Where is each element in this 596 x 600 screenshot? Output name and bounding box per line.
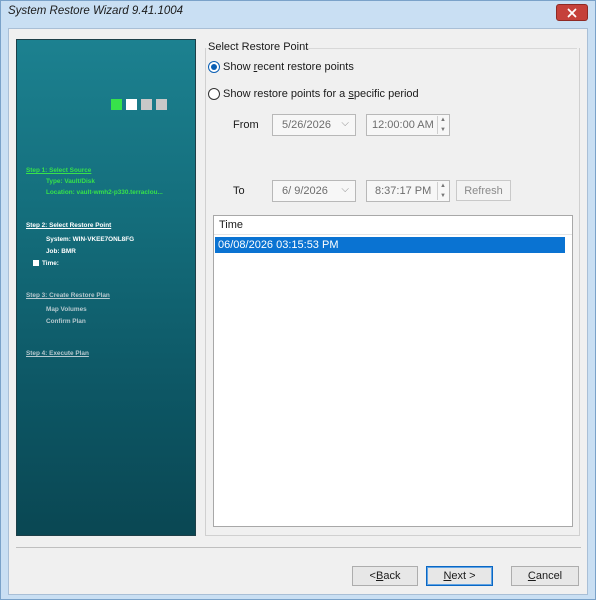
to-date-picker[interactable]: 6/ 9/2026 ⌵ — [272, 180, 356, 202]
footer-divider — [16, 547, 581, 548]
cancel-button[interactable]: Cancel — [511, 566, 579, 586]
from-time-picker[interactable]: 12:00:00 AM ▲ ▼ — [366, 114, 450, 136]
from-date-picker[interactable]: 5/26/2026 ⌵ — [272, 114, 356, 136]
step-2-time: Time: — [33, 260, 59, 267]
radio-specific-period[interactable]: Show restore points for a specific perio… — [208, 88, 419, 100]
from-time-spinner[interactable]: ▲ ▼ — [437, 116, 448, 134]
spin-down-icon[interactable]: ▼ — [440, 126, 446, 134]
current-step-marker-icon — [33, 260, 39, 266]
step-2-job: Job: BMR — [46, 248, 76, 255]
step-4-link[interactable]: Step 4: Execute Plan — [26, 350, 89, 357]
spin-up-icon[interactable]: ▲ — [440, 116, 446, 124]
chevron-down-icon: ⌵ — [341, 184, 349, 195]
radio-period-indicator[interactable] — [208, 88, 220, 100]
radio-recent-indicator[interactable] — [208, 61, 220, 73]
step-1-location: Location: vault-wmh2-p330.terraclou... — [46, 189, 163, 196]
progress-indicator — [111, 99, 167, 110]
step-3-confirm-plan: Confirm Plan — [46, 318, 86, 325]
to-label: To — [233, 185, 245, 197]
wizard-window: System Restore Wizard 9.41.1004 Step 1: … — [0, 0, 596, 600]
progress-square-2 — [126, 99, 137, 110]
wizard-client-area: Step 1: Select Source Type: Vault/Disk L… — [8, 28, 588, 595]
radio-period-label: Show restore points for a specific perio… — [223, 88, 419, 100]
radio-recent-label: Show recent restore points — [223, 61, 354, 73]
window-title: System Restore Wizard 9.41.1004 — [8, 5, 184, 17]
radio-recent-restore-points[interactable]: Show recent restore points — [208, 61, 354, 73]
progress-square-3 — [141, 99, 152, 110]
chevron-down-icon: ⌵ — [341, 118, 349, 129]
step-2-time-label: Time: — [42, 260, 59, 267]
step-1-type: Type: Vault/Disk — [46, 178, 95, 185]
to-date-value: 6/ 9/2026 — [282, 185, 328, 197]
restore-point-panel: Select Restore Point Show recent restore… — [205, 39, 580, 536]
from-label: From — [233, 119, 259, 131]
list-column-header-time[interactable]: Time — [214, 216, 572, 235]
to-time-spinner[interactable]: ▲ ▼ — [437, 182, 448, 200]
from-date-value: 5/26/2026 — [282, 119, 331, 131]
from-time-value: 12:00:00 AM — [372, 119, 434, 131]
group-divider — [305, 48, 577, 49]
wizard-steps-panel: Step 1: Select Source Type: Vault/Disk L… — [16, 39, 196, 536]
step-3-link[interactable]: Step 3: Create Restore Plan — [26, 292, 110, 299]
progress-square-4 — [156, 99, 167, 110]
next-button[interactable]: Next > — [426, 566, 493, 586]
to-time-value: 8:37:17 PM — [375, 185, 432, 197]
to-time-picker[interactable]: 8:37:17 PM ▲ ▼ — [366, 180, 450, 202]
step-3-map-volumes: Map Volumes — [46, 306, 87, 313]
back-button[interactable]: < Back — [352, 566, 418, 586]
progress-square-1 — [111, 99, 122, 110]
restore-points-list[interactable]: Time 06/08/2026 03:15:53 PM — [213, 215, 573, 527]
spin-up-icon[interactable]: ▲ — [440, 182, 446, 190]
refresh-button[interactable]: Refresh — [456, 180, 511, 201]
close-icon — [567, 8, 577, 17]
step-2-link[interactable]: Step 2: Select Restore Point — [26, 222, 111, 229]
step-1-link[interactable]: Step 1: Select Source — [26, 167, 91, 174]
group-label: Select Restore Point — [208, 41, 309, 53]
close-button[interactable] — [556, 4, 588, 21]
step-2-system: System: WIN-VKEE7ONL8FG — [46, 236, 135, 243]
title-bar[interactable]: System Restore Wizard 9.41.1004 — [1, 1, 595, 23]
list-item[interactable]: 06/08/2026 03:15:53 PM — [215, 237, 565, 253]
spin-down-icon[interactable]: ▼ — [440, 192, 446, 200]
